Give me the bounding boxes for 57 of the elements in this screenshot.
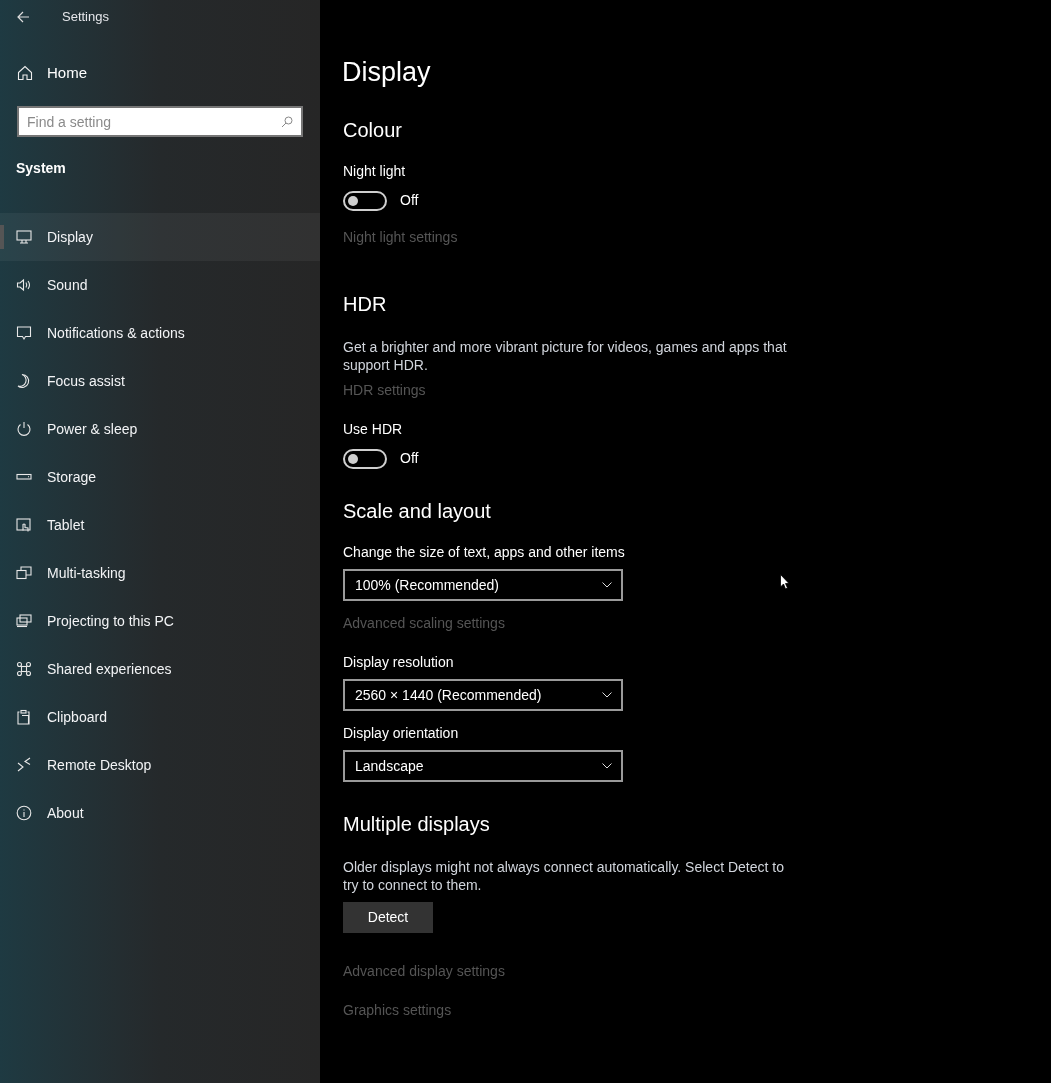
sidebar-item[interactable]: Clipboard [0,693,320,741]
toggle-state: Off [400,449,419,468]
setting-label: Use HDR [343,420,403,439]
chevron-down-icon [602,763,612,769]
sidebar-item[interactable]: Multi-tasking [0,549,320,597]
clipboard-icon [16,709,32,725]
description-text: Older displays might not always connect automatically. Select Detect to try to connect to them. [343,858,785,894]
sidebar-item[interactable]: Shared experiences [0,645,320,693]
sidebar-item[interactable]: About [0,789,320,837]
toggle-state: Off [400,191,419,210]
setting-label: Display resolution [343,653,454,672]
sidebar-item[interactable]: Storage [0,453,320,501]
home-link[interactable]: Home [0,49,320,97]
selection-bar [0,225,4,249]
window-title: Settings [62,8,109,27]
projector-icon [16,613,32,629]
search-icon [281,116,293,128]
sidebar-item[interactable]: Focus assist [0,357,320,405]
description-text: Get a brighter and more vibrant picture for videos, games and apps that support HDR. [343,338,788,374]
cursor-icon [780,574,790,590]
dropdown[interactable]: Landscape [343,750,623,782]
sidebar-item[interactable]: Notifications & actions [0,309,320,357]
section-heading: HDR [343,292,387,317]
setting-label: Change the size of text, apps and other items [343,543,625,562]
moon-icon [16,373,32,389]
tablet-touch-icon [16,517,32,533]
sidebar-item[interactable]: Remote Desktop [0,741,320,789]
toggle-switch[interactable] [343,190,387,211]
toggle-switch[interactable] [343,448,387,469]
sidebar-item[interactable]: Projecting to this PC [0,597,320,645]
section-heading: Colour [343,118,402,143]
setting-label: Night light [343,162,406,181]
sidebar-item[interactable]: Tablet [0,501,320,549]
chevron-down-icon [602,582,612,588]
windows-icon [16,565,32,581]
search-field[interactable]: Find a setting [17,106,303,137]
section-heading: Scale and layout [343,499,491,524]
monitor-icon [16,229,32,245]
sidebar-item[interactable]: Display [0,213,320,261]
home-icon [17,65,33,81]
sidebar-item[interactable]: Sound [0,261,320,309]
sidebar-item[interactable]: Power & sleep [0,405,320,453]
speech-bubble-icon [16,325,32,341]
section-heading: Multiple displays [343,812,490,837]
page-title: Display [342,56,432,89]
dropdown[interactable]: 2560 × 1440 (Recommended) [343,679,623,711]
section-heading: System [16,159,67,178]
chevron-down-icon [602,692,612,698]
power-icon [16,421,32,437]
detect-button[interactable]: Detect [343,902,433,933]
command-icon [16,661,32,677]
speaker-icon [16,277,32,293]
remote-icon [16,757,32,773]
setting-label: Display orientation [343,724,459,743]
info-icon [16,805,32,821]
back-icon[interactable] [17,11,30,23]
dropdown[interactable]: 100% (Recommended) [343,569,623,601]
